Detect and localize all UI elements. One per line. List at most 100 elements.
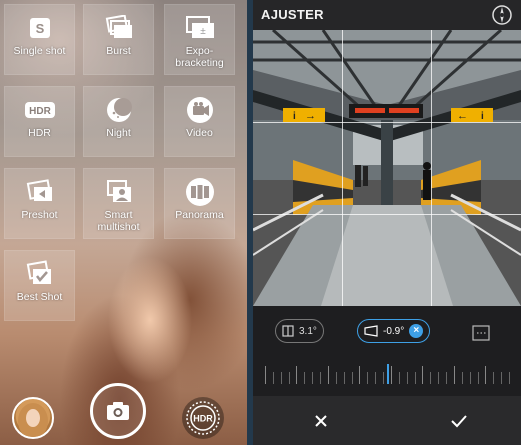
grid-line	[431, 30, 432, 306]
slider-tick	[352, 372, 353, 384]
slider-current-indicator[interactable]	[387, 364, 389, 384]
auto-level-button[interactable]	[491, 4, 513, 26]
slider-tick	[344, 372, 345, 384]
expo-bracketing-icon: ±	[184, 15, 216, 41]
mode-expo-bracketing[interactable]: ± Expo- bracketing	[164, 4, 235, 75]
panorama-icon	[185, 178, 215, 206]
portrait-thumbnail-image	[18, 403, 48, 437]
slider-tick	[320, 372, 321, 384]
sign-left-text: i	[293, 111, 296, 122]
reset-close-icon[interactable]: ×	[409, 324, 424, 338]
slider-tick	[509, 372, 510, 384]
adjust-tools: 3.1° -0.9° ×	[253, 306, 521, 396]
slider-tick	[391, 366, 392, 384]
slider-tick	[415, 372, 416, 384]
confirm-button[interactable]	[444, 406, 474, 436]
mode-label: Expo- bracketing	[175, 45, 224, 69]
hdr-badge-icon: HDR	[186, 401, 220, 435]
slider-tick	[454, 366, 455, 384]
svg-text:←: ←	[457, 110, 468, 122]
slider-tick	[422, 366, 423, 384]
slider-tick	[304, 372, 305, 384]
best-shot-icon	[25, 260, 55, 287]
photo-preview[interactable]: i → ← i	[253, 30, 521, 306]
angle-slider[interactable]	[261, 356, 513, 390]
page-title: AJUSTER	[261, 7, 324, 22]
hdr-toggle-button[interactable]: HDR	[182, 397, 224, 439]
camera-icon	[107, 402, 129, 420]
mode-label: Single shot	[13, 45, 66, 57]
slider-tick	[359, 366, 360, 384]
slider-tick	[407, 372, 408, 384]
compass-icon	[492, 5, 512, 25]
grid-line	[253, 214, 521, 215]
slider-tick	[375, 372, 376, 384]
mode-preshot[interactable]: Preshot	[4, 168, 75, 239]
mode-label: Burst	[106, 45, 131, 57]
vertical-value: 3.1°	[299, 325, 317, 337]
mode-label: Preshot	[21, 209, 58, 221]
adjust-top-bar: AJUSTER	[253, 0, 521, 30]
grid-line	[253, 122, 521, 123]
mode-label: HDR	[28, 127, 51, 139]
grid-line	[342, 30, 343, 306]
slider-tick	[478, 372, 479, 384]
mode-best-shot[interactable]: Best Shot	[4, 250, 75, 321]
slider-tick	[438, 372, 439, 384]
hdr-badge-text: HDR	[193, 414, 213, 424]
adjust-panel: AJUSTER i → ← i 3.1° -0.9° ×	[253, 0, 521, 445]
mode-burst[interactable]: Burst	[83, 4, 154, 75]
mode-video[interactable]: Video	[164, 86, 235, 157]
preshot-icon	[25, 179, 55, 205]
mode-label: Video	[186, 127, 213, 139]
slider-tick	[328, 366, 329, 384]
svg-text:S: S	[35, 21, 44, 36]
mode-single-shot[interactable]: S Single shot	[4, 4, 75, 75]
single-shot-icon: S	[27, 15, 53, 41]
cancel-button[interactable]	[306, 406, 336, 436]
mode-label: Smart multishot	[97, 209, 140, 233]
horizontal-perspective-icon	[364, 325, 378, 337]
slider-tick	[446, 372, 447, 384]
burst-icon	[104, 15, 134, 41]
slider-tick	[485, 366, 486, 384]
slider-tick	[462, 372, 463, 384]
night-icon	[105, 97, 133, 123]
svg-text:HDR: HDR	[29, 106, 51, 117]
check-icon	[451, 415, 467, 428]
crop-grid-icon	[472, 325, 490, 341]
vertical-perspective-icon	[282, 325, 294, 337]
shutter-button[interactable]	[90, 383, 146, 439]
slider-tick	[296, 366, 297, 384]
mode-label: Best Shot	[16, 291, 63, 303]
vertical-perspective-button[interactable]: 3.1°	[275, 319, 324, 343]
slider-tick	[265, 366, 266, 384]
crop-grid-button[interactable]	[471, 324, 491, 342]
mode-night[interactable]: Night	[83, 86, 154, 157]
horizontal-value: -0.9°	[383, 325, 405, 337]
hdr-icon: HDR	[23, 97, 57, 123]
slider-tick	[493, 372, 494, 384]
sign-right-text: i	[481, 111, 484, 122]
slider-tick	[312, 372, 313, 384]
slider-tick	[273, 372, 274, 384]
smart-multishot-icon	[104, 179, 134, 205]
horizontal-perspective-button[interactable]: -0.9° ×	[357, 319, 431, 343]
mode-panorama[interactable]: Panorama	[164, 168, 235, 239]
slider-tick	[501, 372, 502, 384]
slider-tick	[367, 372, 368, 384]
slider-tick	[281, 372, 282, 384]
slider-tick	[383, 372, 384, 384]
mode-smart-multishot[interactable]: Smart multishot	[83, 168, 154, 239]
camera-mode-panel: S Single shot Burst ± Expo- bracketing H…	[0, 0, 247, 445]
svg-text:→: →	[305, 110, 316, 122]
slider-tick	[289, 372, 290, 384]
slider-tick	[399, 372, 400, 384]
slider-tick	[470, 372, 471, 384]
gallery-thumbnail[interactable]	[12, 397, 54, 439]
train-station-photo: i → ← i	[253, 30, 521, 306]
video-icon	[186, 97, 214, 123]
action-bar	[253, 396, 521, 445]
mode-label: Panorama	[175, 209, 224, 221]
mode-hdr[interactable]: HDR HDR	[4, 86, 75, 157]
